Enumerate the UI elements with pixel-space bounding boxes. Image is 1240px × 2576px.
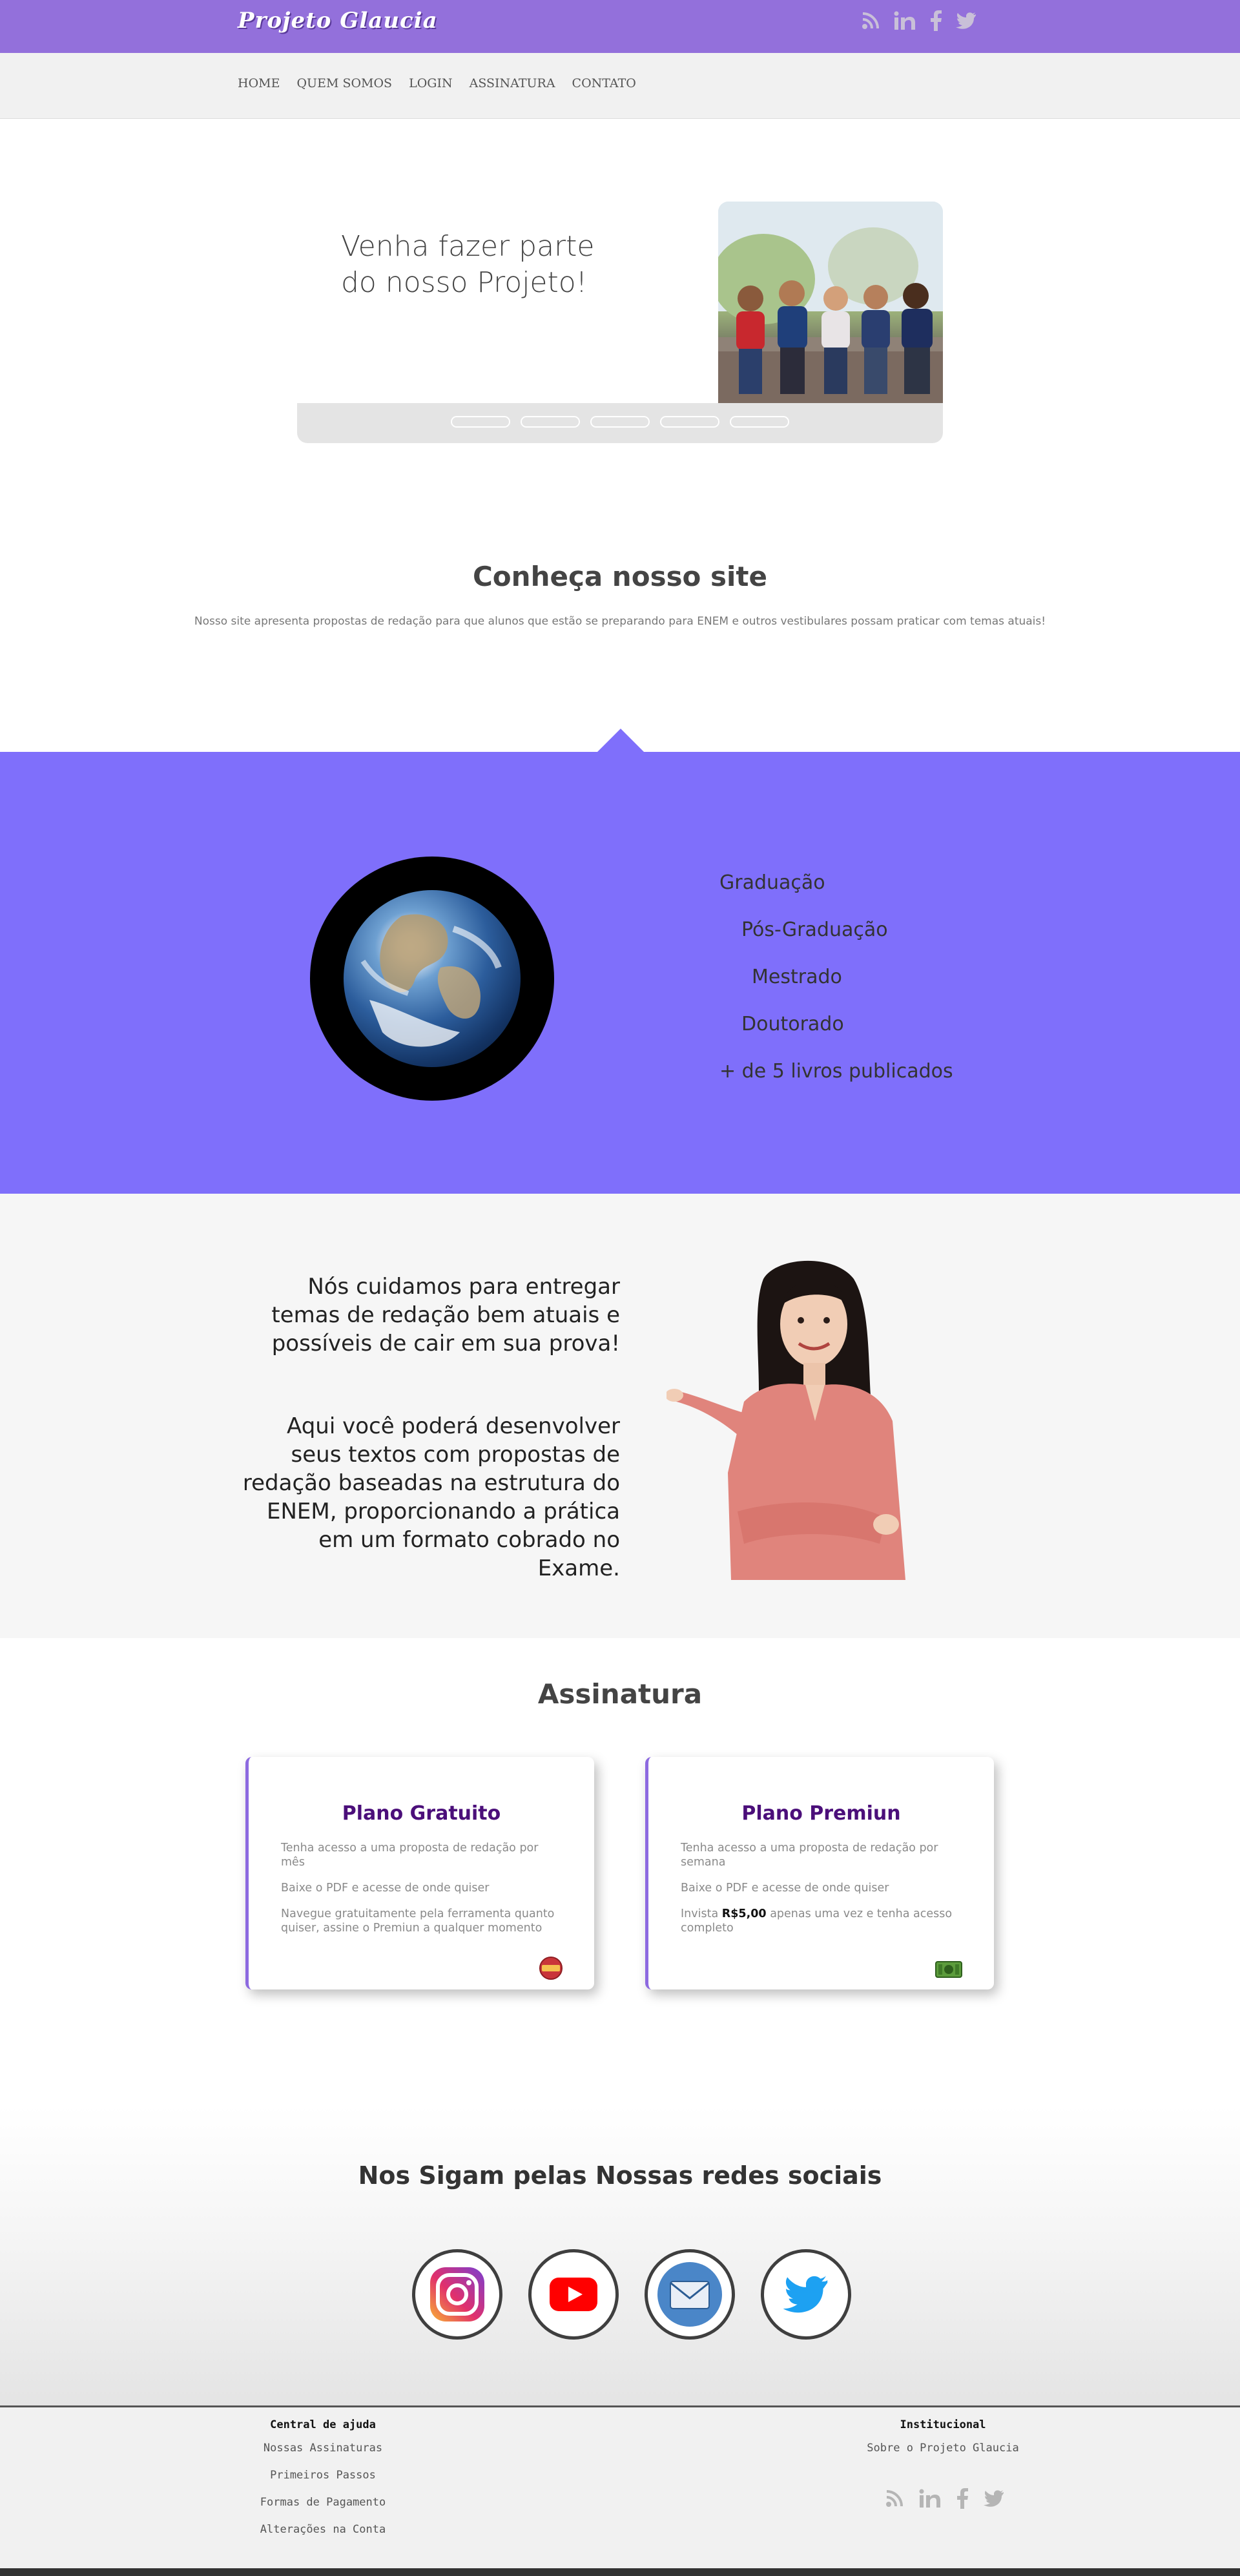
slider-dots bbox=[451, 416, 789, 428]
instagram-icon bbox=[430, 2267, 484, 2322]
hero-students-image bbox=[718, 202, 943, 403]
footer-link[interactable]: Formas de Pagamento bbox=[242, 2496, 404, 2509]
rss-icon[interactable] bbox=[885, 2489, 904, 2508]
facebook-icon[interactable] bbox=[930, 10, 942, 31]
free-badge-icon bbox=[539, 1957, 563, 1980]
credential-item: Doutorado bbox=[741, 1013, 844, 1035]
intro-subtitle: Nosso site apresenta propostas de redaçã… bbox=[194, 615, 1046, 628]
social-links bbox=[412, 2249, 851, 2340]
facebook-icon[interactable] bbox=[956, 2488, 968, 2509]
credential-item: Graduação bbox=[719, 871, 825, 894]
slider-dot[interactable] bbox=[660, 416, 719, 428]
site-logo[interactable]: Projeto Glaucia bbox=[238, 8, 438, 34]
main-nav: HOME QUEM SOMOS LOGIN ASSINATURA CONTATO bbox=[0, 53, 1240, 119]
intro-title: Conheça nosso site bbox=[472, 561, 767, 592]
plan-feature: Baixe o PDF e acesse de onde quiser bbox=[681, 1882, 889, 1895]
price-value: R$5,00 bbox=[721, 1907, 767, 1920]
plan-feature: Tenha acesso a uma proposta de redação p… bbox=[281, 1842, 539, 1869]
footer-link[interactable]: Nossas Assinaturas bbox=[242, 2442, 404, 2455]
hero-slide: Venha fazer parte do nosso Projeto! bbox=[297, 202, 943, 403]
footer-heading: Institucional bbox=[900, 2418, 986, 2431]
footer-institutional-column: Institucional Sobre o Projeto Glaucia bbox=[833, 2418, 1053, 2469]
footer bbox=[0, 2405, 1240, 2568]
woman-pointing-image bbox=[665, 1253, 927, 1580]
slider-dot[interactable] bbox=[521, 416, 580, 428]
section-notch bbox=[597, 729, 644, 752]
nav-list: HOME QUEM SOMOS LOGIN ASSINATURA CONTATO bbox=[238, 76, 636, 90]
slider-dot[interactable] bbox=[730, 416, 789, 428]
youtube-icon bbox=[550, 2278, 597, 2311]
linkedin-icon[interactable] bbox=[894, 11, 916, 30]
footer-social-links bbox=[885, 2488, 1004, 2509]
hero-slider: Venha fazer parte do nosso Projeto! bbox=[297, 202, 943, 443]
plan-feature: Tenha acesso a uma proposta de redação p… bbox=[681, 1842, 938, 1869]
plan-feature: Invista R$5,00 apenas uma vez e tenha ac… bbox=[681, 1907, 958, 1935]
free-plan-card[interactable]: Plano Gratuito Tenha acesso a uma propos… bbox=[245, 1757, 594, 1989]
social-title: Nos Sigam pelas Nossas redes sociais bbox=[358, 2161, 882, 2190]
twitter-icon bbox=[783, 2276, 828, 2313]
nav-assinatura[interactable]: ASSINATURA bbox=[470, 76, 555, 90]
credentials-list: Graduação Pós-Graduação Mestrado Doutora… bbox=[719, 864, 953, 1100]
linkedin-icon[interactable] bbox=[919, 2489, 941, 2508]
price-prefix: Invista bbox=[681, 1907, 719, 1920]
email-icon bbox=[657, 2262, 722, 2327]
money-icon bbox=[935, 1961, 962, 1978]
credential-item: Mestrado bbox=[752, 966, 842, 988]
twitter-icon[interactable] bbox=[956, 12, 976, 30]
credential-item: Pós-Graduação bbox=[741, 919, 888, 941]
twitter-link[interactable] bbox=[761, 2249, 851, 2340]
hero-headline: Venha fazer parte do nosso Projeto! bbox=[341, 230, 595, 299]
top-social-links bbox=[862, 10, 976, 31]
premium-plan-card[interactable]: Plano Premiun Tenha acesso a uma propost… bbox=[645, 1757, 994, 1989]
email-link[interactable] bbox=[645, 2249, 735, 2340]
credential-item: + de 5 livros publicados bbox=[719, 1060, 953, 1083]
plan-features: Tenha acesso a uma proposta de redação p… bbox=[281, 1841, 559, 1947]
feature-section bbox=[0, 1194, 1240, 1638]
plan-title: Plano Gratuito bbox=[342, 1802, 501, 1825]
slider-dot[interactable] bbox=[590, 416, 650, 428]
footer-link[interactable]: Primeiros Passos bbox=[242, 2469, 404, 2482]
plan-feature: Baixe o PDF e acesse de onde quiser bbox=[281, 1882, 490, 1895]
feature-text: Nós cuidamos para entregar temas de reda… bbox=[232, 1272, 620, 1637]
footer-link[interactable]: Alterações na Conta bbox=[242, 2523, 404, 2536]
plan-title: Plano Premiun bbox=[741, 1802, 901, 1825]
top-bar: Projeto Glaucia bbox=[0, 0, 1240, 53]
footer-help-column: Central de ajuda Nossas Assinaturas Prim… bbox=[242, 2418, 404, 2550]
instagram-link[interactable] bbox=[412, 2249, 502, 2340]
youtube-link[interactable] bbox=[528, 2249, 619, 2340]
plan-feature: Navegue gratuitamente pela ferramenta qu… bbox=[281, 1907, 555, 1935]
credentials-section bbox=[0, 752, 1240, 1194]
earth-globe-image bbox=[344, 890, 521, 1067]
footer-link[interactable]: Sobre o Projeto Glaucia bbox=[833, 2442, 1053, 2455]
globe-frame bbox=[310, 857, 554, 1101]
slider-dot[interactable] bbox=[451, 416, 510, 428]
nav-quem-somos[interactable]: QUEM SOMOS bbox=[296, 76, 392, 90]
feature-paragraph: Aqui você poderá desenvolver seus textos… bbox=[242, 1413, 620, 1581]
feature-paragraph: Nós cuidamos para entregar temas de reda… bbox=[271, 1274, 620, 1356]
subscription-title: Assinatura bbox=[537, 1678, 703, 1710]
twitter-icon[interactable] bbox=[984, 2489, 1004, 2508]
bottom-strip bbox=[0, 2568, 1240, 2576]
nav-home[interactable]: HOME bbox=[238, 76, 280, 90]
nav-login[interactable]: LOGIN bbox=[409, 76, 453, 90]
rss-icon[interactable] bbox=[862, 12, 880, 30]
nav-contato[interactable]: CONTATO bbox=[572, 76, 636, 90]
footer-heading: Central de ajuda bbox=[270, 2418, 376, 2431]
plan-features: Tenha acesso a uma proposta de redação p… bbox=[681, 1841, 958, 1947]
